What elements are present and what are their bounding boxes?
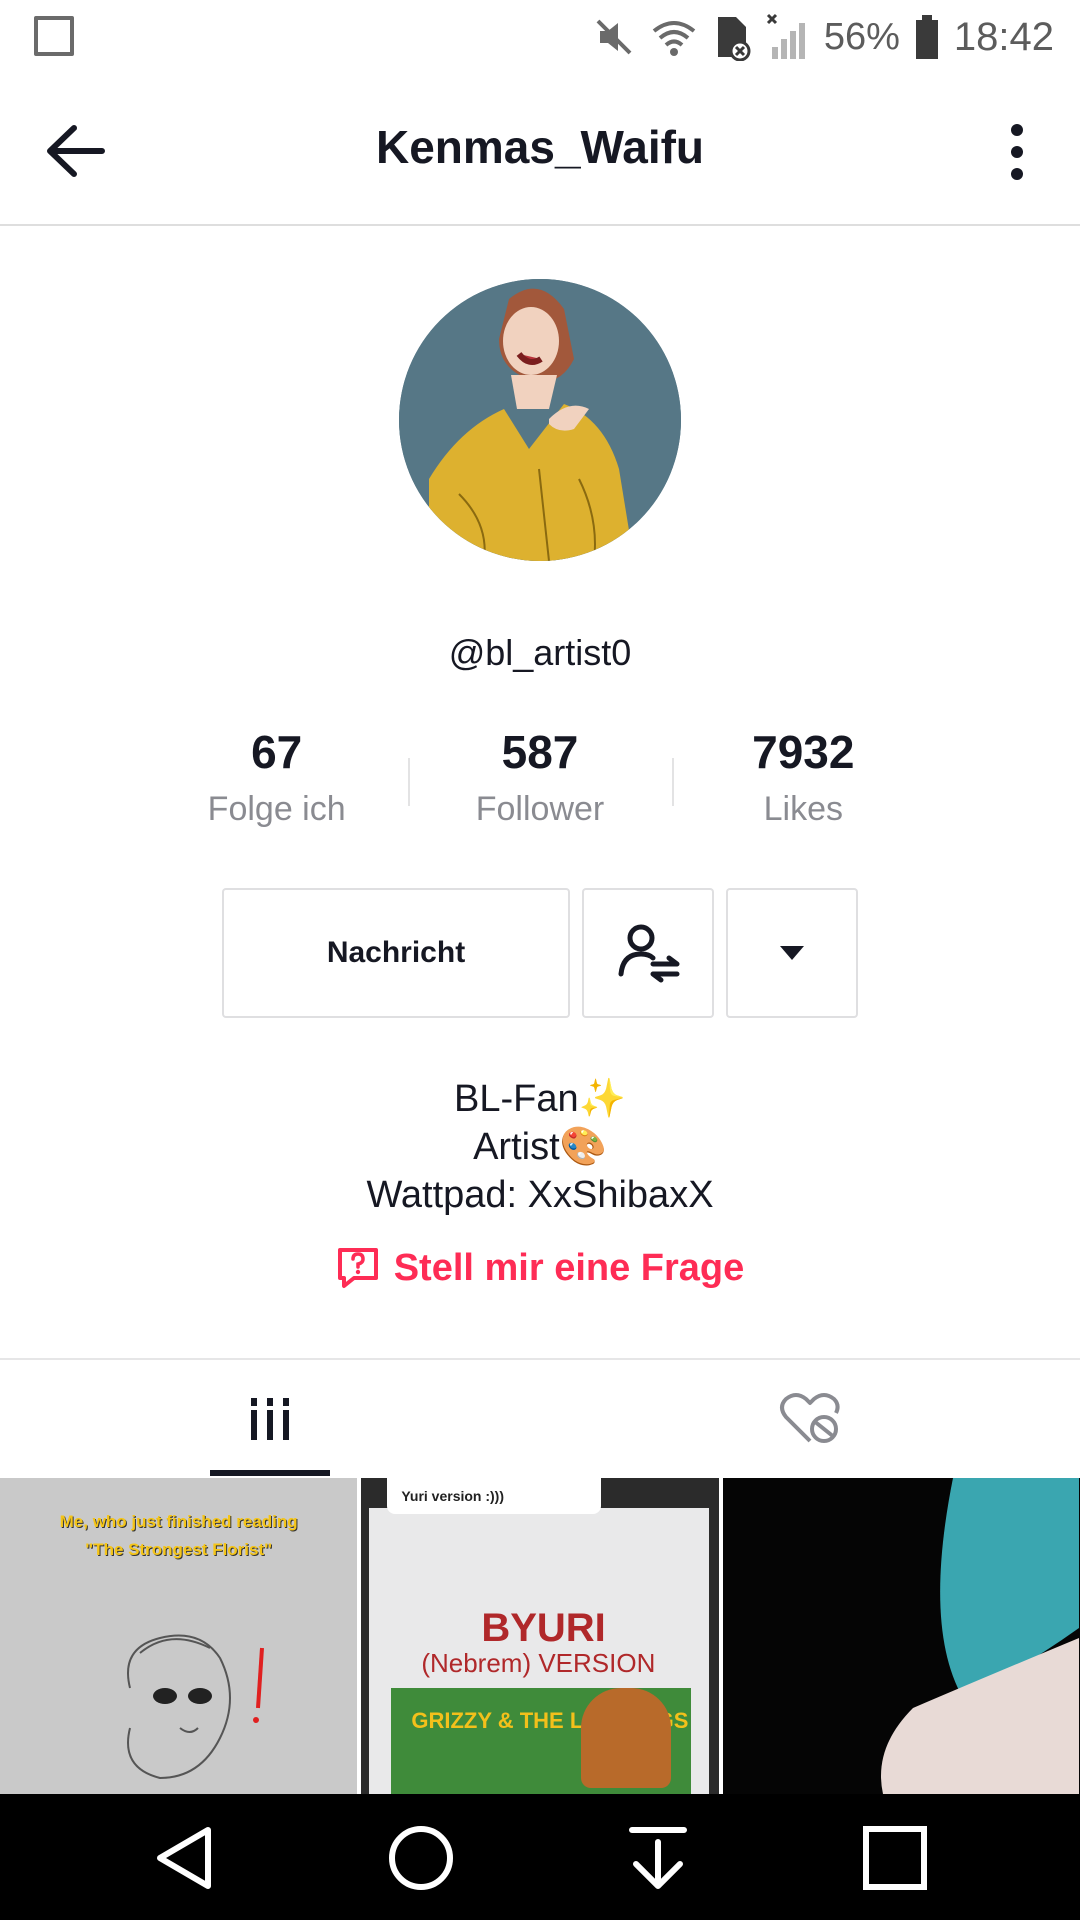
stat-value: 67: [251, 726, 303, 778]
more-vertical-icon: [1011, 124, 1023, 136]
video-thumbnail[interactable]: [722, 1478, 1080, 1794]
ask-question-label: Stell mir eine Frage: [393, 1246, 745, 1289]
download-icon: [629, 1827, 687, 1889]
page-title: Kenmas_Waifu: [375, 121, 705, 173]
message-button[interactable]: Nachricht: [222, 888, 570, 1018]
stat-value: 7932: [752, 726, 855, 778]
battery-percent: 56%: [823, 15, 900, 58]
caret-down-icon: [780, 946, 804, 960]
clock: 18:42: [953, 14, 1054, 59]
stat-value: 587: [501, 726, 579, 778]
video-thumbnail[interactable]: Yuri version :))) BYURI (Nebrem) VERSION…: [361, 1478, 719, 1794]
stat-likes[interactable]: 7932 Likes: [671, 722, 935, 852]
recents-square-icon: [863, 1826, 927, 1890]
profile-stats: 67 Folge ich 587 Follower 7932 Likes: [145, 722, 935, 852]
video-grid: Me, who just finished reading "The Stron…: [0, 1478, 1080, 1794]
avatar-illustration: [399, 279, 681, 561]
sketch-drawing: [127, 1634, 264, 1780]
bear-figure: [581, 1688, 672, 1788]
bio-line: Wattpad: XxShibaxX: [366, 1174, 714, 1216]
profile-header: Kenmas_Waifu: [0, 74, 1080, 226]
wifi-icon: [652, 21, 696, 56]
bio-line: BL-Fan✨: [454, 1078, 626, 1120]
comment-reply-bubble: Yuri version :))): [387, 1478, 602, 1514]
nav-recents-button[interactable]: [855, 1822, 935, 1894]
stat-following[interactable]: 67 Folge ich: [145, 722, 408, 852]
status-bar: 56% 18:42: [0, 0, 1080, 74]
battery-icon: [915, 15, 938, 59]
bio-line: Artist🎨: [473, 1126, 607, 1168]
nav-download-button[interactable]: [618, 1822, 698, 1894]
user-swap-icon: [618, 924, 680, 983]
more-dropdown-button[interactable]: [726, 888, 858, 1018]
grid-icon: [251, 1398, 289, 1440]
back-triangle-icon: [157, 1827, 211, 1889]
liked-hidden-icon: [780, 1393, 840, 1443]
username-handle: @bl_artist0: [448, 632, 632, 673]
nav-back-button[interactable]: [144, 1822, 224, 1894]
tab-liked[interactable]: [540, 1360, 1080, 1478]
ask-question-link[interactable]: Stell mir eine Frage: [0, 1246, 1080, 1290]
video-thumbnail[interactable]: Me, who just finished reading "The Stron…: [0, 1478, 358, 1794]
stat-label: Follower: [475, 790, 605, 828]
question-bubble-icon: [337, 1248, 378, 1288]
gallery-icon: [34, 16, 74, 56]
status-icons: 56% 18:42: [592, 10, 1054, 64]
system-nav-bar: [0, 1794, 1080, 1920]
bio: BL-Fan✨ Artist🎨 Wattpad: XxShibaxX: [0, 1075, 1080, 1219]
tab-videos[interactable]: [0, 1360, 540, 1478]
version-handwriting: (Nebrem) VERSION: [421, 1648, 656, 1678]
more-options-button[interactable]: [994, 114, 1040, 190]
home-circle-icon: [389, 1826, 453, 1890]
signal-icon: [766, 13, 805, 59]
active-tab-indicator: [210, 1470, 330, 1476]
sd-card-icon: [717, 17, 751, 61]
stat-followers[interactable]: 587 Follower: [408, 722, 671, 852]
content-tabs: [0, 1358, 1080, 1478]
yuri-handwriting: BYURI: [481, 1606, 606, 1650]
nav-home-button[interactable]: [381, 1822, 461, 1894]
video-frame: [880, 1478, 1079, 1794]
stat-label: Folge ich: [207, 790, 346, 828]
follow-toggle-button[interactable]: [582, 888, 714, 1018]
poster-image: GRIZZY & THE LEMMINGS: [391, 1688, 692, 1794]
mute-icon: [596, 19, 632, 55]
avatar[interactable]: [399, 279, 681, 561]
stat-label: Likes: [763, 790, 843, 828]
